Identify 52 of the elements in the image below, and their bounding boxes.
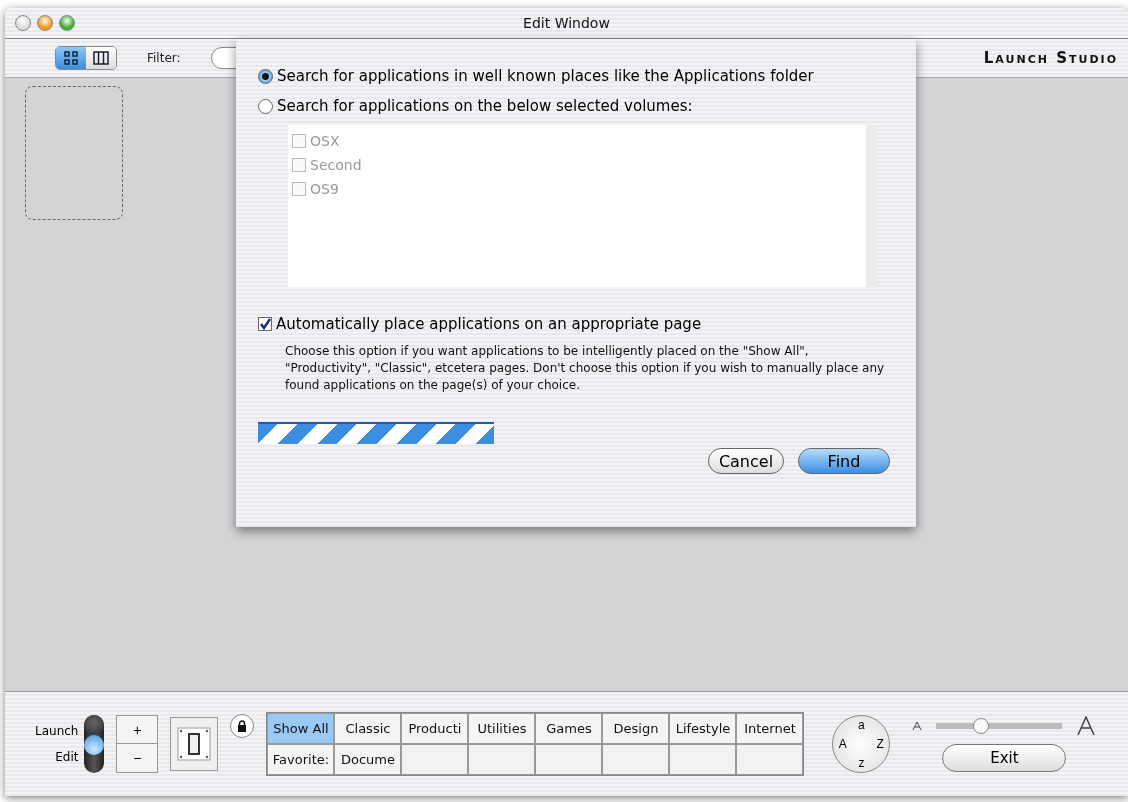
sort-key[interactable]: a	[852, 716, 871, 735]
filter-label: Filter:	[147, 51, 181, 65]
auto-place-checkbox[interactable]	[258, 317, 272, 331]
large-text-icon	[1076, 716, 1097, 736]
find-button[interactable]: Find	[798, 448, 890, 474]
small-text-icon	[912, 721, 923, 731]
zoom-button[interactable]	[59, 15, 75, 31]
volume-name: Second	[310, 157, 362, 173]
columns-icon	[93, 51, 109, 65]
mode-switch[interactable]	[84, 715, 105, 773]
radio-button[interactable]	[258, 68, 273, 84]
page-tab[interactable]: Docume	[334, 744, 402, 775]
switch-icon	[177, 727, 212, 761]
lock-icon	[237, 720, 248, 732]
checkmark-icon	[259, 318, 271, 330]
switch-knob[interactable]	[84, 735, 105, 755]
close-button[interactable]	[15, 15, 31, 31]
grid-icon	[64, 51, 78, 65]
page-tab[interactable]: Lifestyle	[669, 713, 737, 744]
view-toggle[interactable]	[86, 47, 116, 69]
mode-label: Edit	[55, 750, 79, 764]
cancel-button[interactable]: Cancel	[708, 448, 784, 474]
exit-button[interactable]: Exit	[942, 744, 1067, 772]
sort-key[interactable]: A	[833, 734, 853, 754]
page-tab[interactable]: Design	[602, 713, 670, 744]
volume-name: OS9	[310, 181, 339, 197]
sort-key[interactable]: z	[852, 753, 871, 772]
switch-knob[interactable]	[84, 715, 105, 735]
brand-logo: Launch Studio	[983, 49, 1118, 67]
lock-button[interactable]	[230, 714, 255, 738]
add-button[interactable]: +	[117, 716, 158, 744]
page-tab[interactable]: Games	[535, 713, 603, 744]
view-toggle[interactable]	[56, 47, 86, 69]
remove-button[interactable]: −	[117, 744, 158, 772]
auto-place-label: Automatically place applications on an appropriate page	[276, 315, 702, 333]
radio-button[interactable]	[258, 98, 273, 114]
radio-label: Search for applications on the below selected volumes:	[277, 97, 693, 115]
page-tab[interactable]: Show All	[267, 713, 335, 744]
page-tab[interactable]: Internet	[736, 713, 804, 744]
sort-key[interactable]: Z	[870, 734, 890, 754]
page-tab[interactable]: Favorite:	[267, 744, 335, 775]
window-title: Edit Window	[523, 15, 610, 31]
option-description: Choose this option if you want applications to be intelligently placed on the "Show All", "Productivity", "Classic", etcetera pages. Don't choose this option if you wish to manually place any found applications on the page(s) of your choice.	[285, 343, 886, 394]
volume-name: OSX	[310, 133, 340, 149]
radio-label: Search for applications in well known places like the Applications folder	[277, 67, 814, 85]
slider-thumb[interactable]	[972, 718, 989, 734]
minimize-button[interactable]	[37, 15, 53, 31]
panel-button[interactable]	[170, 717, 219, 771]
page-tab[interactable]: Utilities	[468, 713, 536, 744]
page-tab[interactable]: Producti	[401, 713, 469, 744]
mode-label: Launch	[35, 724, 79, 738]
page-tab[interactable]: Classic	[334, 713, 402, 744]
